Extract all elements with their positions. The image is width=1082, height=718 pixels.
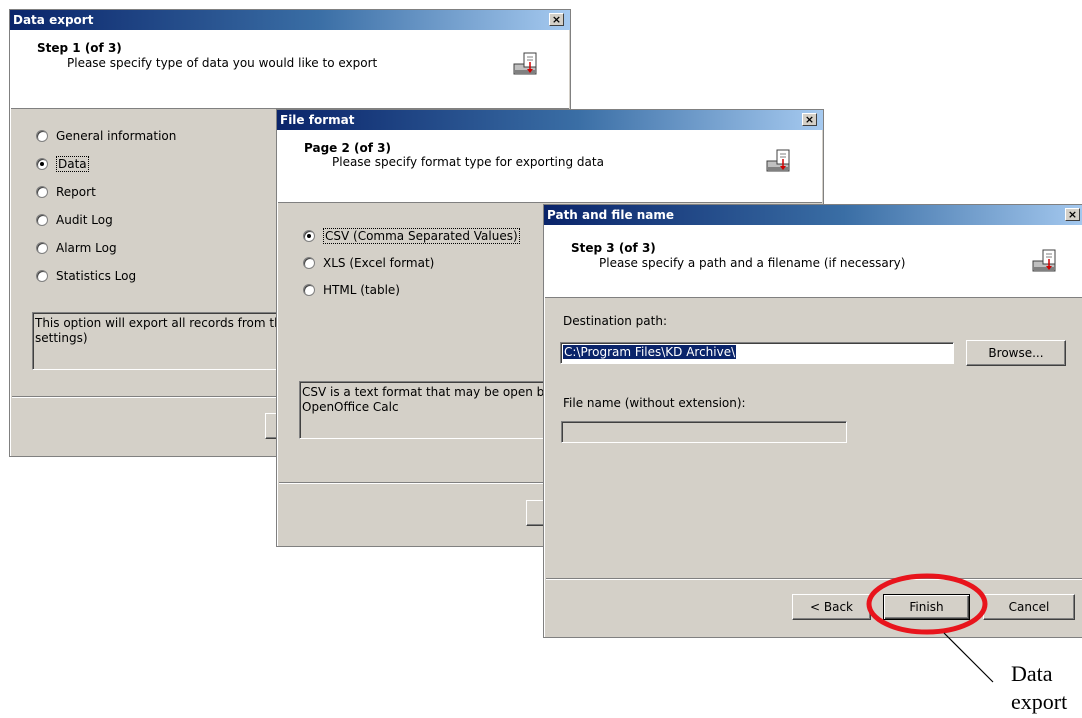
annotation-label-line1: Data	[1011, 661, 1053, 686]
finish-highlight-ellipse	[866, 573, 988, 635]
annotation-overlay	[866, 573, 994, 683]
callout-line	[943, 632, 994, 683]
annotation-label-line2: export	[1011, 689, 1068, 714]
